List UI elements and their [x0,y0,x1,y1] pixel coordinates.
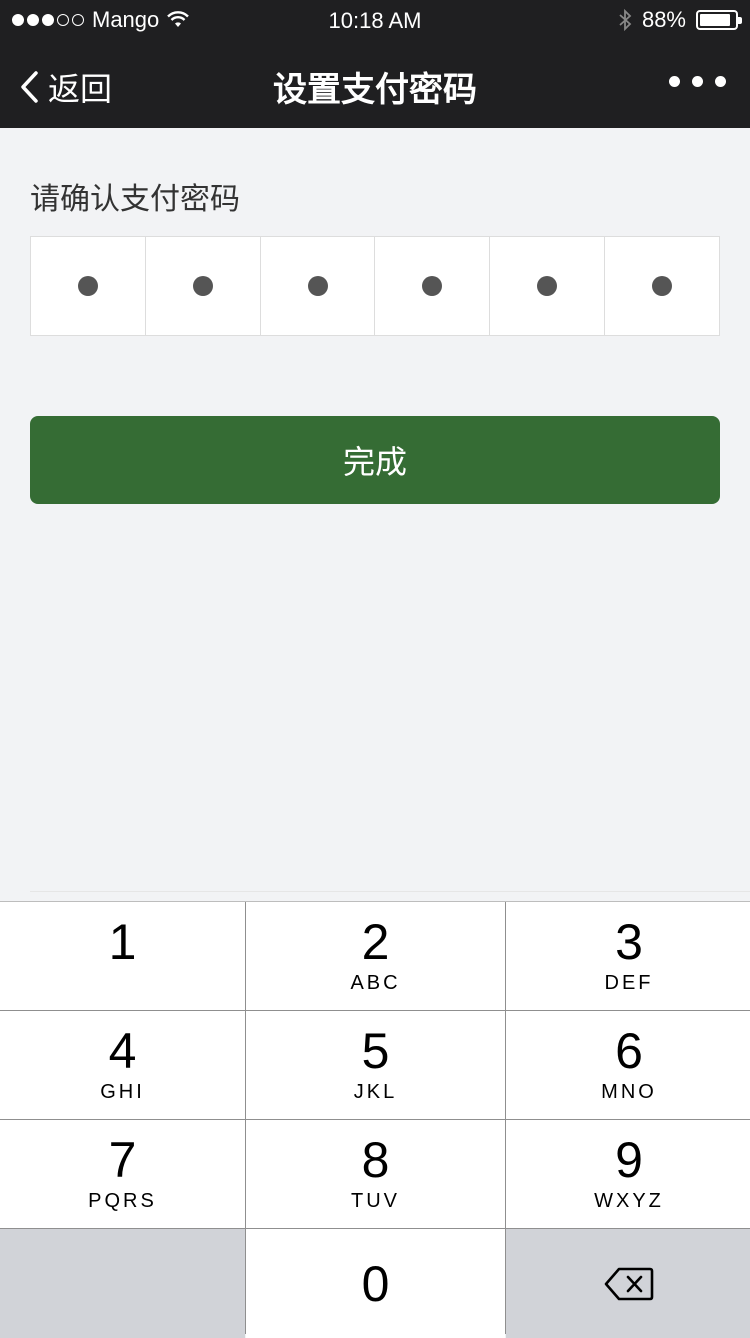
bluetooth-icon [619,8,632,32]
pin-dot-icon [307,276,328,296]
battery-percent: 88% [641,7,686,32]
key-6[interactable]: 6 MNO [506,1011,750,1119]
key-digit: 6 [615,1023,643,1079]
confirm-password-prompt: 请确认支付密码 [30,183,240,216]
battery-cap [738,17,742,24]
password-input[interactable] [30,236,720,336]
key-9[interactable]: 9 WXYZ [506,1120,750,1228]
key-letters: PQRS [88,1190,157,1212]
more-dot [669,76,680,87]
pin-digit-cell [261,237,376,335]
key-digit: 2 [361,914,390,970]
done-button[interactable]: 完成 [30,416,720,504]
more-dot [715,76,726,87]
keypad-divider [30,891,750,892]
pin-dot-icon [537,276,558,296]
key-digit: 4 [108,1023,137,1079]
key-letters: JKL [353,1081,398,1103]
key-digit: 8 [361,1132,390,1188]
pin-digit-cell [31,237,146,335]
pin-dot-icon [77,276,98,296]
backspace-icon [604,1267,654,1300]
top-bar: Mango 10:18 AM 88% 返回 设置支付密码 [0,0,750,128]
pin-digit-cell [146,237,261,335]
key-3[interactable]: 3 DEF [506,902,750,1010]
key-1[interactable]: 1 [0,902,245,1010]
navigation-bar: 返回 设置支付密码 [0,40,750,128]
key-0[interactable]: 0 [246,1229,505,1338]
key-digit: 9 [615,1132,643,1188]
more-dot [692,76,703,87]
more-options-button[interactable] [669,76,726,87]
key-digit: 7 [108,1132,137,1188]
pin-digit-cell [605,237,719,335]
pin-digit-cell [490,237,606,335]
pin-dot-icon [422,276,443,296]
pin-digit-cell [375,237,491,335]
key-2[interactable]: 2 ABC [246,902,505,1010]
key-digit: 1 [108,914,137,970]
key-7[interactable]: 7 PQRS [0,1120,245,1228]
battery-icon [696,10,742,30]
key-4[interactable]: 4 GHI [0,1011,245,1119]
key-letters: WXYZ [594,1190,664,1212]
key-blank [0,1229,245,1338]
key-5[interactable]: 5 JKL [246,1011,505,1119]
delete-key[interactable] [506,1229,750,1338]
key-letters: MNO [601,1081,657,1103]
key-8[interactable]: 8 TUV [246,1120,505,1228]
pin-dot-icon [652,276,673,296]
battery-fill [700,14,730,26]
page-title: 设置支付密码 [273,71,477,109]
key-letters: TUV [351,1190,400,1212]
key-letters: DEF [604,972,654,994]
numeric-keypad: 1 2 ABC 3 DEF 4 GHI 5 JKL 6 MNO 7 PQRS 8… [0,901,750,1338]
key-digit: 3 [615,914,643,970]
key-digit: 0 [361,1255,390,1312]
key-letters: ABC [350,972,401,994]
pin-dot-icon [192,276,213,296]
status-bar: Mango 10:18 AM 88% [0,0,750,40]
key-digit: 5 [361,1023,390,1079]
key-letters: GHI [100,1081,145,1103]
